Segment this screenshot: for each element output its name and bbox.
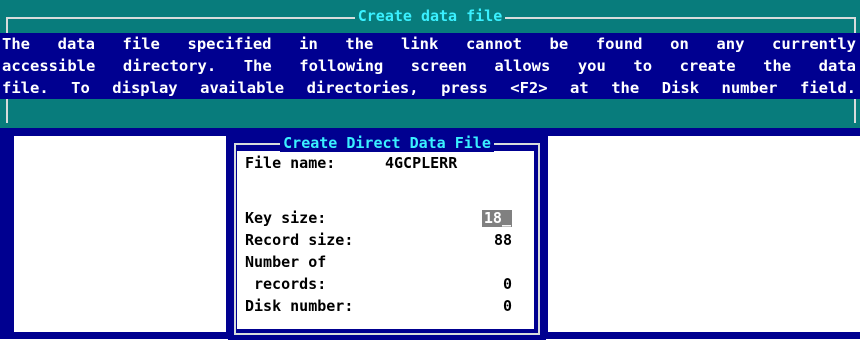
disk-number-input[interactable]: 0	[503, 295, 512, 317]
info-panel-title-text: Create data file	[354, 7, 506, 25]
records-input[interactable]: 0	[503, 273, 512, 295]
disk-number-row: Disk number: 0	[245, 295, 526, 317]
info-panel-title: Create data file	[0, 7, 860, 25]
file-name-row: File name: 4GCPLERR	[245, 152, 526, 174]
key-size-input[interactable]: 18_	[481, 210, 512, 227]
create-direct-data-file-dialog: Create Direct Data File File name: 4GCPL…	[228, 130, 546, 340]
background-pane-left	[14, 136, 226, 332]
info-message: The data file specified in the link cann…	[0, 33, 860, 99]
dialog-title: Create Direct Data File	[228, 134, 546, 152]
file-name-label: File name:	[245, 154, 336, 172]
records-row: records: 0	[245, 273, 526, 295]
number-of-row: Number of	[245, 251, 526, 273]
records-label: records:	[254, 275, 327, 293]
info-line-3: file. To display available directories, …	[2, 79, 856, 97]
info-line-1: The data file specified in the link cann…	[2, 35, 856, 53]
info-line-2: accessible directory. The following scre…	[2, 57, 856, 75]
record-size-label: Record size:	[245, 231, 354, 249]
number-of-label: Number of	[245, 253, 327, 271]
key-size-label: Key size:	[245, 209, 327, 227]
record-size-row: Record size: 88	[245, 229, 526, 251]
info-panel: Create data file The data file specified…	[0, 0, 860, 128]
dialog-title-text: Create Direct Data File	[280, 134, 494, 152]
background-pane-right	[548, 136, 860, 332]
record-size-input[interactable]: 88	[494, 229, 512, 251]
dialog-body: File name: 4GCPLERR Key size: 18_ Record…	[237, 151, 534, 329]
disk-number-label: Disk number:	[245, 297, 354, 315]
file-name-value: 4GCPLERR	[385, 154, 458, 172]
key-size-row: Key size: 18_	[245, 207, 526, 229]
